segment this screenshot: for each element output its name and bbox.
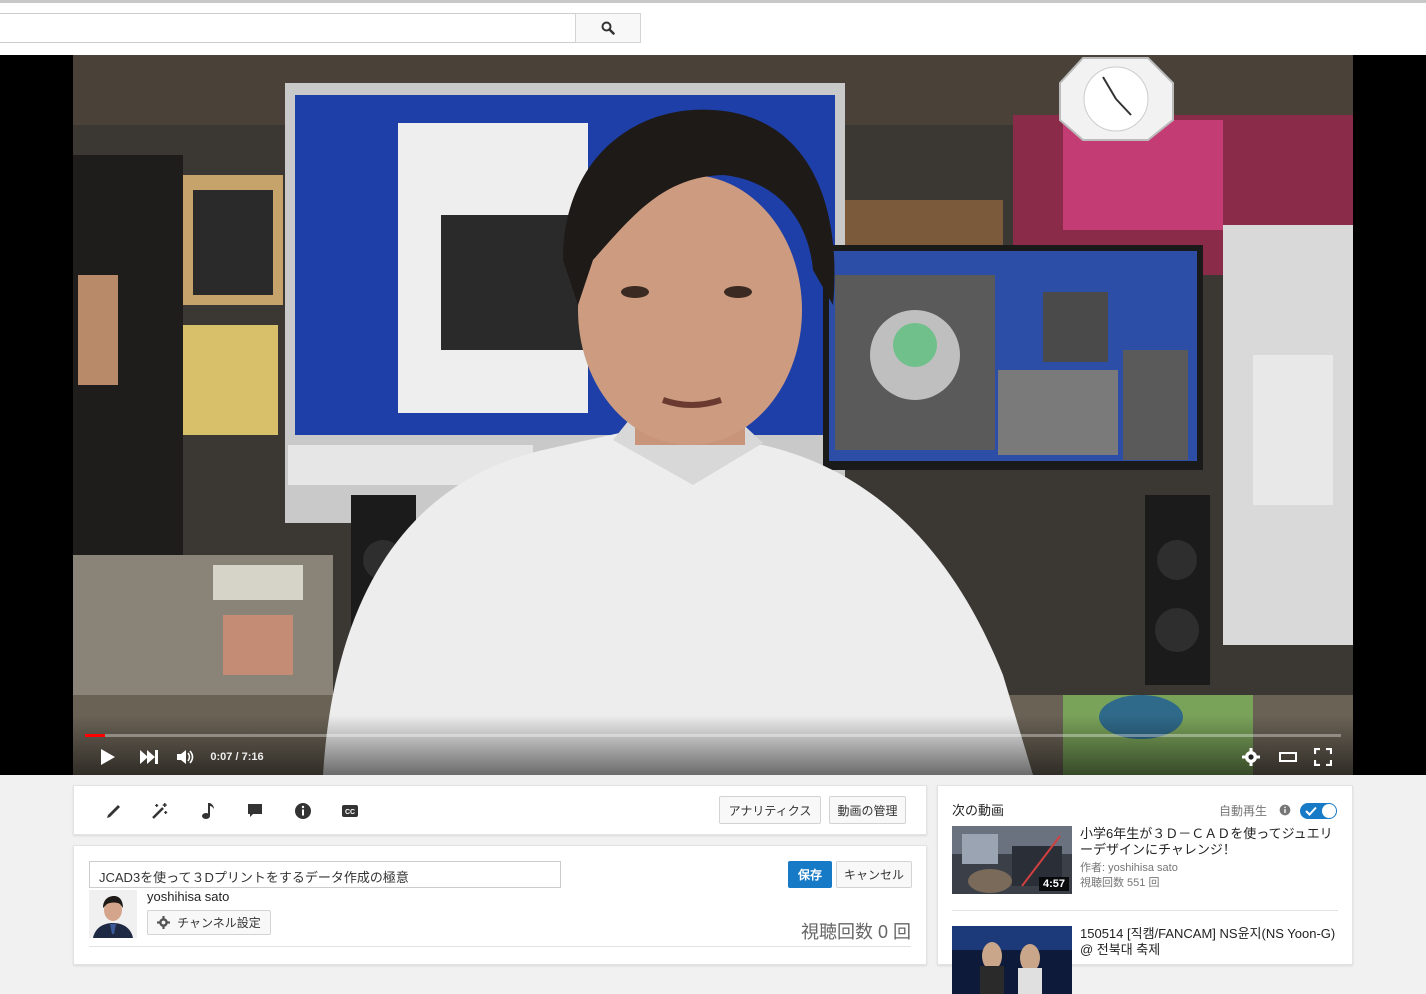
- gear-icon: [157, 916, 171, 929]
- magic-wand-icon: [152, 803, 168, 819]
- masthead: [0, 0, 1426, 55]
- channel-settings-button[interactable]: チャンネル設定: [147, 910, 271, 935]
- theater-mode-button[interactable]: [1276, 745, 1300, 769]
- info-icon: [295, 803, 311, 819]
- settings-button[interactable]: [1239, 745, 1263, 769]
- play-button[interactable]: [95, 745, 121, 769]
- info-icon[interactable]: [1279, 804, 1291, 816]
- video-title-link[interactable]: 小学6年生が３Ｄ－ＣＡＤを使ってジュエリーデザインにチャレンジ！: [1080, 826, 1342, 858]
- volume-icon: [177, 750, 194, 764]
- video-thumbnail[interactable]: [952, 926, 1072, 994]
- audio-tool[interactable]: [197, 800, 219, 822]
- video-info-panel: JCAD3を使って３Dプリントをするデータ作成の極意 保存 キャンセル yosh…: [73, 845, 927, 965]
- edit-toolbar: CC アナリティクス 動画の管理: [73, 785, 927, 835]
- video-title-input[interactable]: JCAD3を使って３Dプリントをするデータ作成の極意: [89, 861, 561, 888]
- up-next-heading: 次の動画: [952, 803, 1005, 818]
- channel-name[interactable]: yoshihisa sato: [147, 889, 229, 904]
- save-button[interactable]: 保存: [788, 861, 832, 888]
- toggle-knob: [1322, 804, 1336, 818]
- edit-tool[interactable]: [103, 800, 125, 822]
- progress-bar[interactable]: [85, 734, 1341, 737]
- video-scene: [73, 55, 1353, 775]
- video-frame[interactable]: 0:07 / 7:16: [73, 55, 1353, 775]
- gear-icon: [1242, 748, 1260, 766]
- next-icon: [140, 750, 158, 764]
- fullscreen-icon: [1314, 748, 1332, 766]
- pencil-icon: [107, 805, 120, 818]
- view-count: 視聴回数 0 回: [800, 922, 911, 942]
- cc-icon: CC: [342, 805, 358, 817]
- cancel-button[interactable]: キャンセル: [836, 861, 912, 888]
- play-icon: [101, 749, 115, 765]
- checkmark-icon: [1305, 806, 1317, 816]
- music-note-icon: [202, 803, 214, 819]
- divider: [952, 910, 1338, 911]
- video-duration: 4:57: [1038, 877, 1069, 891]
- theater-icon: [1279, 752, 1297, 762]
- avatar-image: [89, 890, 137, 938]
- annotations-tool[interactable]: [244, 800, 266, 822]
- progress-played: [85, 734, 106, 737]
- video-author: 作者: yoshihisa sato: [1080, 862, 1178, 874]
- search-icon: [601, 21, 615, 35]
- enhancements-tool[interactable]: [149, 800, 171, 822]
- info-tool[interactable]: [292, 800, 314, 822]
- volume-button[interactable]: [173, 745, 199, 769]
- autoplay-label: 自動再生: [1219, 804, 1268, 818]
- video-player[interactable]: 0:07 / 7:16: [0, 55, 1426, 775]
- analytics-button[interactable]: アナリティクス: [719, 796, 821, 824]
- video-views: 視聴回数 551 回: [1080, 877, 1160, 889]
- fullscreen-button[interactable]: [1311, 745, 1335, 769]
- time-display: 0:07 / 7:16: [210, 751, 264, 763]
- channel-settings-label: チャンネル設定: [177, 916, 261, 930]
- search-button[interactable]: [575, 13, 641, 43]
- autoplay-toggle[interactable]: [1300, 803, 1337, 819]
- svg-text:CC: CC: [345, 809, 355, 816]
- thumbnail-image: [952, 926, 1072, 994]
- next-button[interactable]: [136, 745, 162, 769]
- search-input[interactable]: [0, 13, 576, 43]
- video-manager-button[interactable]: 動画の管理: [829, 796, 906, 824]
- subtitles-tool[interactable]: CC: [339, 800, 361, 822]
- avatar[interactable]: [89, 890, 137, 938]
- video-thumbnail[interactable]: 4:57: [952, 826, 1072, 894]
- divider: [89, 946, 911, 947]
- up-next-panel: 次の動画 自動再生 4:57 小学6年生が３Ｄ－ＣＡＤを使ってジュエリーデザイン…: [937, 785, 1353, 994]
- video-title-link[interactable]: 150514 [직캠/FANCAM] NS윤지(NS Yoon-G) @ 전북대…: [1080, 926, 1342, 958]
- speech-bubble-icon: [248, 804, 262, 817]
